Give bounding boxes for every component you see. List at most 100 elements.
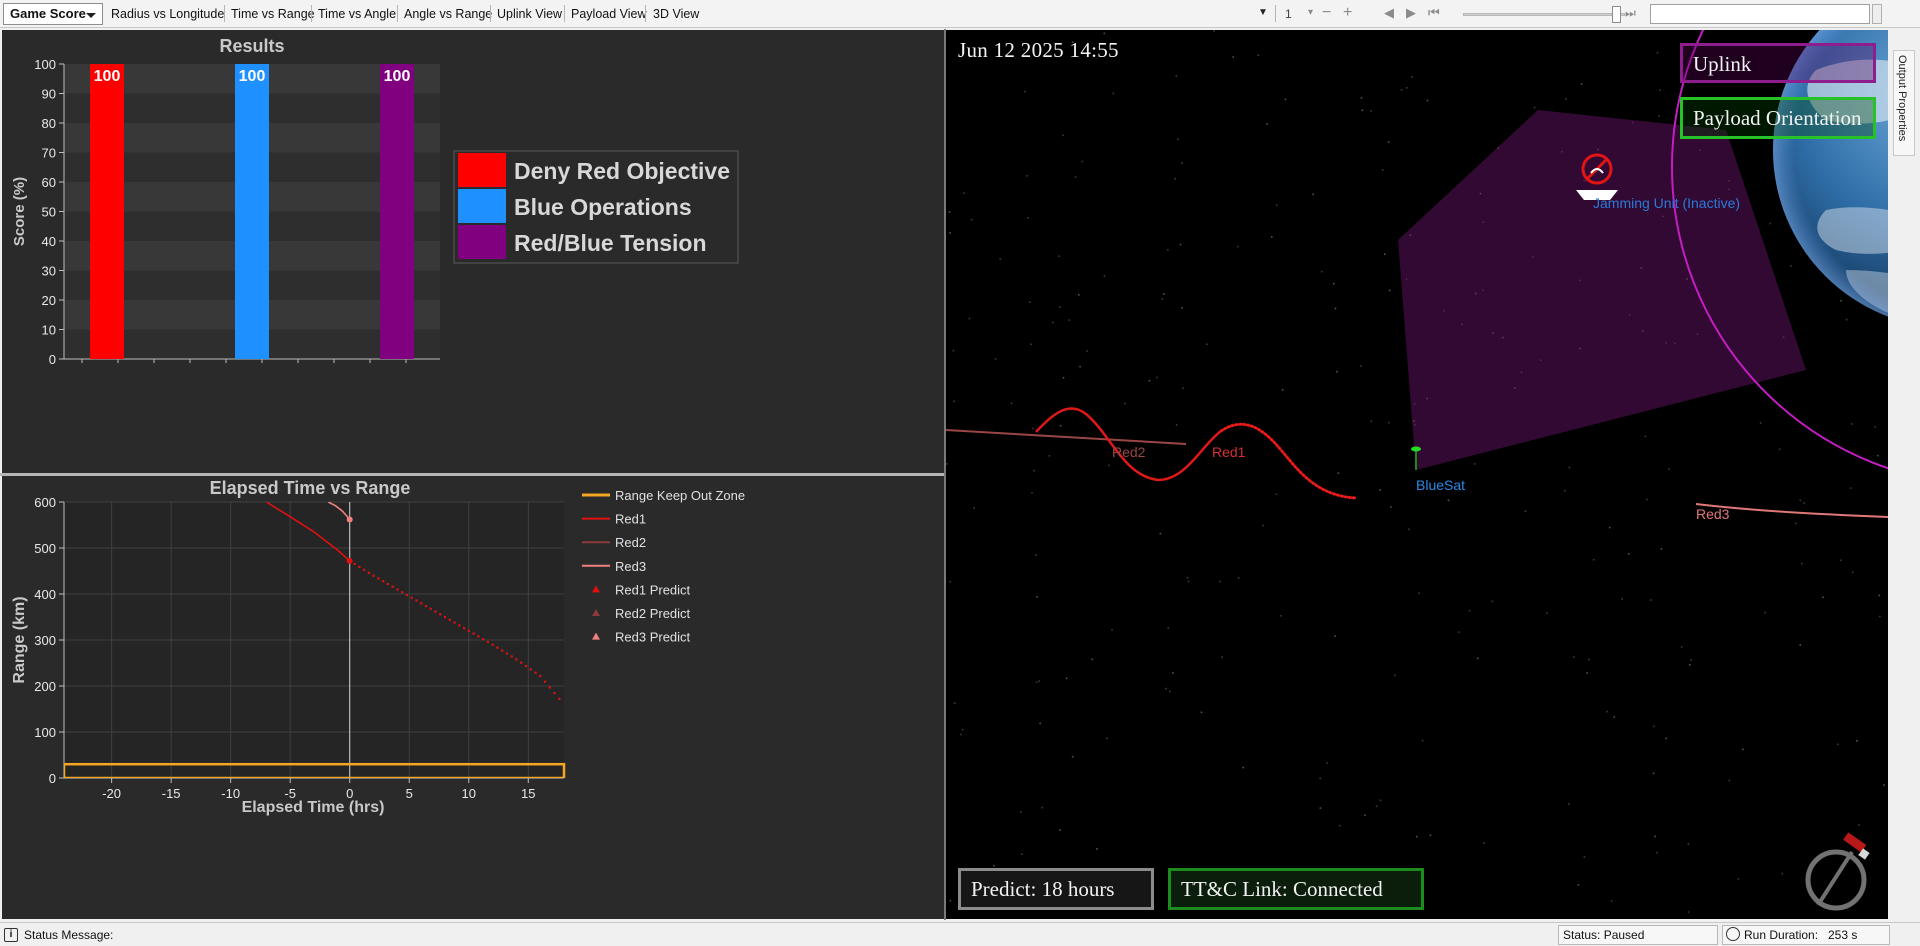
increase-speed-icon[interactable]: + (1343, 4, 1352, 22)
star (1801, 562, 1803, 565)
star (1737, 878, 1740, 880)
timeline-slider[interactable] (1463, 13, 1625, 16)
star (1656, 51, 1659, 54)
predict-point (501, 649, 504, 652)
star (1175, 424, 1178, 426)
range-x-axis-label: Elapsed Time (hrs) (242, 799, 385, 816)
tab-angle-vs-range[interactable]: Angle vs Range (404, 5, 492, 23)
star (1381, 169, 1384, 171)
star (1790, 265, 1792, 267)
tab-3d-view[interactable]: 3D View (653, 5, 699, 23)
star (1206, 343, 1208, 346)
output-properties-tab[interactable]: Output Properties (1893, 50, 1915, 156)
star (1565, 98, 1567, 100)
tab-separator (311, 5, 312, 22)
uplink-button[interactable]: Uplink (1680, 43, 1876, 83)
step-back-icon[interactable]: ◀ (1384, 4, 1394, 22)
star (1778, 448, 1781, 451)
star (1091, 658, 1094, 661)
star (1159, 532, 1162, 535)
play-icon[interactable]: ▶ (1406, 4, 1416, 22)
tab-time-vs-range[interactable]: Time vs Range (231, 5, 315, 23)
predict-point (391, 585, 394, 588)
3d-scene[interactable]: Jamming Unit (Inactive) BlueSat Red1 Red… (946, 30, 1888, 919)
star (1182, 387, 1184, 390)
payload-orientation-button[interactable]: Payload Orientation (1680, 97, 1876, 139)
speed-dropdown-icon[interactable]: ▾ (1308, 4, 1313, 22)
speed-value[interactable]: 1 (1285, 6, 1292, 22)
star (949, 232, 951, 234)
predict-point (543, 680, 547, 683)
star (1020, 811, 1022, 813)
star (1573, 656, 1575, 658)
decrease-speed-icon[interactable]: − (1322, 4, 1331, 22)
range-x-tick-label: -10 (221, 786, 240, 801)
legend-marker (592, 632, 600, 640)
predict-point (524, 664, 528, 668)
star (1375, 805, 1378, 808)
star (1839, 559, 1842, 562)
star (960, 733, 962, 736)
star (1840, 299, 1842, 302)
predict-duration-indicator[interactable]: Predict: 18 hours (958, 868, 1154, 910)
predict-point (510, 655, 513, 658)
star (1326, 762, 1328, 764)
star (1036, 596, 1038, 598)
run-duration-label: Run Duration: (1744, 928, 1819, 942)
range-series-endpoint (346, 516, 353, 523)
time-spinner[interactable] (1872, 4, 1882, 24)
tab-payload-view[interactable]: Payload View (571, 5, 647, 23)
star (1370, 110, 1372, 112)
star (1103, 275, 1106, 277)
predict-point (539, 674, 542, 678)
star (1388, 289, 1391, 292)
star (1687, 843, 1690, 845)
results-y-tick-label: 20 (42, 293, 56, 308)
star (1370, 420, 1373, 423)
tab-radius-vs-longitude[interactable]: Radius vs Longitude (111, 5, 224, 23)
star (1262, 524, 1264, 527)
timeline-slider-thumb[interactable] (1612, 6, 1621, 23)
star (1237, 577, 1240, 579)
star (1319, 777, 1321, 780)
chevron-down-icon[interactable]: ▼ (1258, 4, 1268, 22)
star (1874, 426, 1877, 428)
star (1148, 379, 1151, 382)
star (1742, 748, 1744, 751)
star (1336, 370, 1338, 373)
star (1405, 86, 1408, 89)
star (1334, 635, 1336, 637)
skip-to-end-icon[interactable]: ⏭ (1625, 4, 1636, 22)
star (1360, 97, 1363, 99)
predict-point (534, 671, 537, 674)
range-panel: Elapsed Time vs Range 0 100 200 300 400 500 600… (2, 476, 944, 919)
star (993, 864, 995, 867)
star (1656, 851, 1658, 854)
star (1690, 659, 1692, 661)
time-input[interactable] (1650, 4, 1870, 24)
star (1429, 834, 1432, 836)
predict-point (558, 697, 561, 700)
results-bar-value-label: 100 (384, 68, 411, 85)
tab-separator (397, 5, 398, 22)
star (1059, 829, 1061, 831)
predict-point (405, 593, 409, 597)
results-y-tick-label: 100 (34, 57, 56, 72)
star (973, 507, 975, 509)
simulation-datetime: Jun 12 2025 14:55 (958, 38, 1119, 62)
star (1879, 615, 1881, 618)
3d-view-panel[interactable]: Jamming Unit (Inactive) BlueSat Red1 Red… (946, 30, 1888, 919)
range-y-tick-label: 200 (34, 679, 56, 694)
star (1658, 115, 1660, 117)
star (1031, 491, 1033, 494)
predict-point (424, 604, 428, 608)
tab-uplink-view[interactable]: Uplink View (497, 5, 562, 23)
star (1320, 270, 1323, 273)
star (1030, 343, 1032, 346)
info-icon: i (4, 928, 18, 942)
rewind-to-start-icon[interactable]: ⏮ (1428, 4, 1440, 22)
tab-separator (224, 5, 225, 22)
tab-time-vs-angle[interactable]: Time vs Angle (318, 5, 396, 23)
view-selector-dropdown[interactable]: Game Score (3, 3, 103, 25)
star (1877, 454, 1879, 457)
